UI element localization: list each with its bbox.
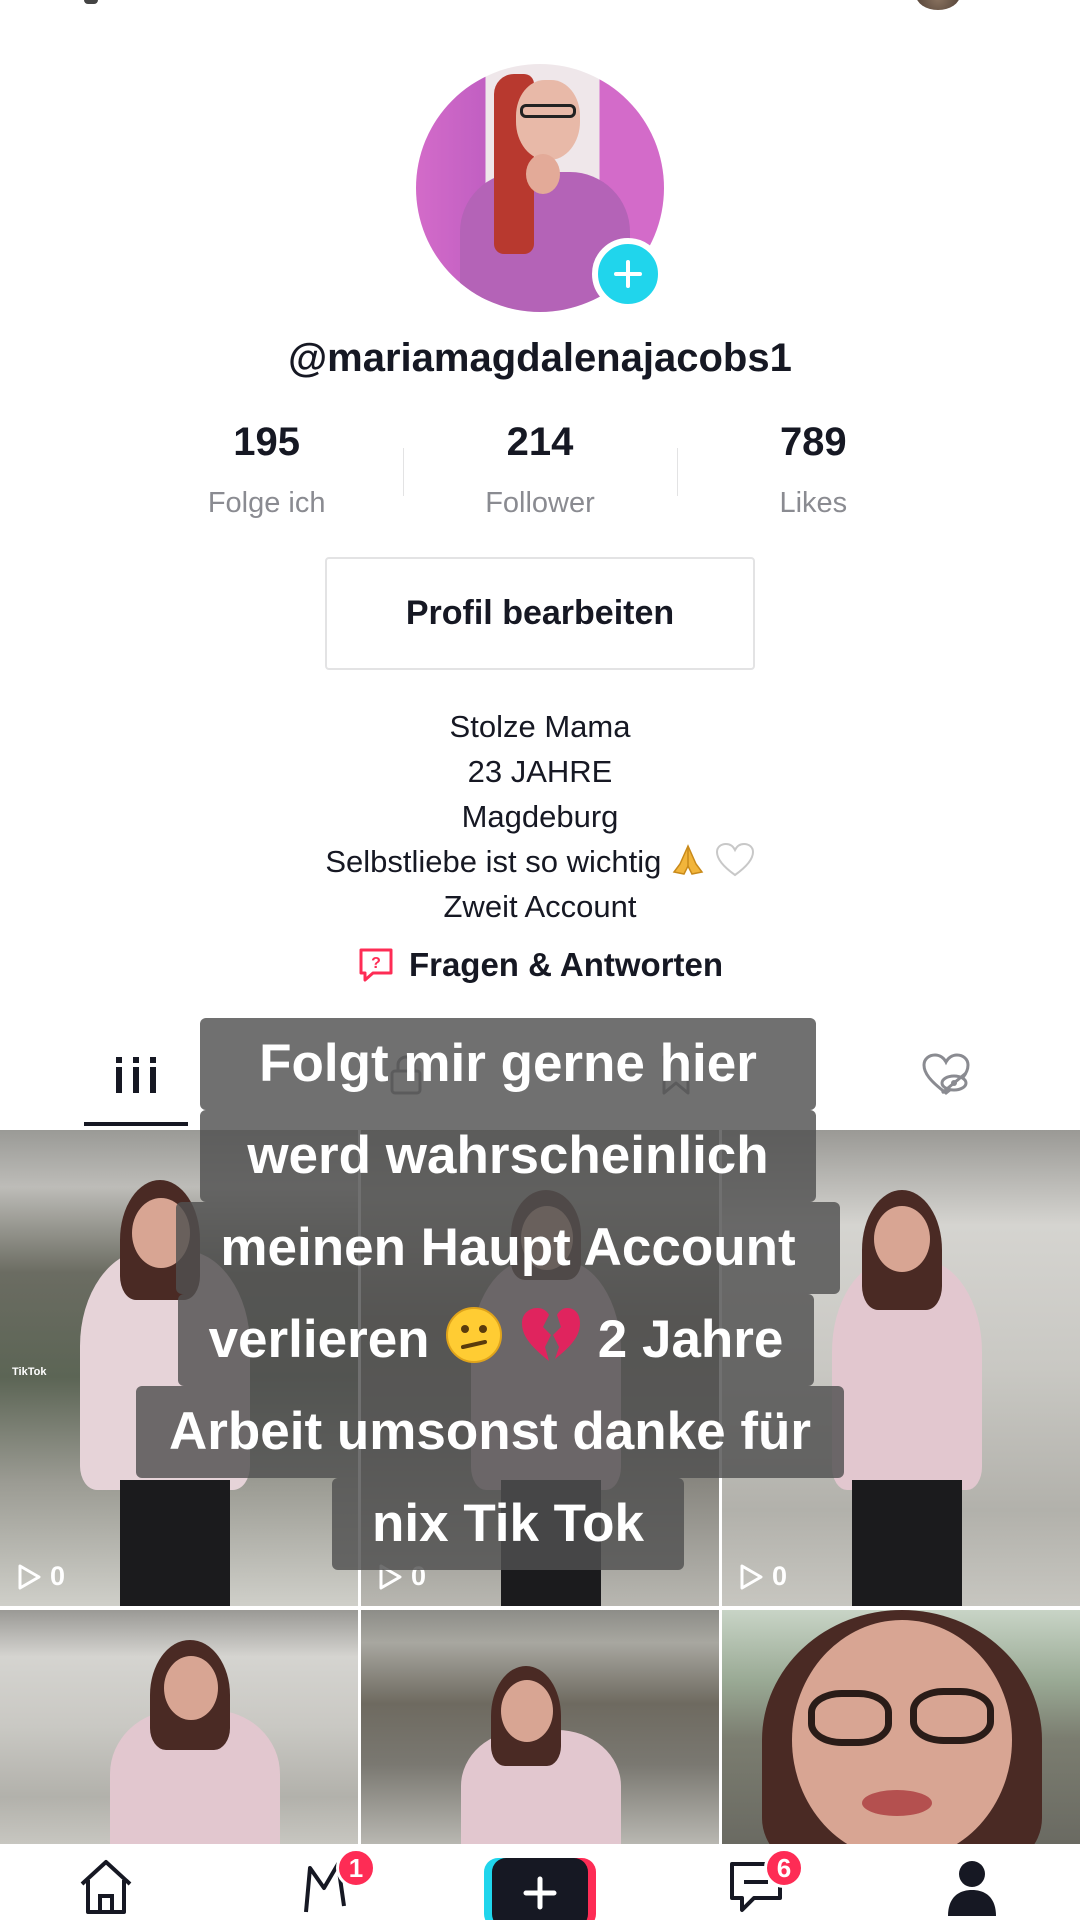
- video-thumbnail[interactable]: [722, 1610, 1080, 1844]
- profile-bio: Stolze Mama 23 JAHRE Magdeburg Selbstlie…: [0, 704, 1080, 929]
- profile-icon: [948, 1861, 996, 1916]
- stat-followers-label: Follower: [485, 487, 595, 519]
- bio-line: Magdeburg: [461, 799, 619, 834]
- bio-line: Zweit Account: [443, 889, 637, 924]
- home-icon: [80, 1860, 132, 1914]
- nav-home[interactable]: [66, 1858, 146, 1920]
- bio-line: Selbstliebe ist so wichtig: [325, 844, 662, 879]
- caption-line-emoji: verlieren 2 Jahre: [178, 1294, 814, 1386]
- stat-followers[interactable]: 214 Follower: [403, 418, 676, 528]
- bottom-navbar: 1 6: [0, 1844, 1080, 1920]
- view-count-value: 0: [50, 1561, 66, 1591]
- question-answer-icon: ?: [359, 948, 393, 982]
- confused-face-emoji: [446, 1307, 503, 1363]
- folded-hands-emoji: [672, 844, 704, 875]
- stat-following[interactable]: 195 Folge ich: [130, 418, 403, 528]
- bio-line: 23 JAHRE: [467, 754, 613, 789]
- stat-followers-value: 214: [506, 420, 574, 464]
- liked-hidden-icon: [922, 1053, 970, 1095]
- back-icon[interactable]: [84, 0, 98, 4]
- create-button[interactable]: [484, 1858, 596, 1920]
- nav-inbox[interactable]: 6: [716, 1848, 804, 1920]
- broken-heart-emoji: [522, 1308, 581, 1361]
- profile-avatar-wrap[interactable]: [416, 64, 664, 312]
- inbox-badge: 6: [764, 1848, 804, 1888]
- account-switch-avatar[interactable]: [916, 0, 960, 10]
- discover-badge: 1: [336, 1848, 376, 1888]
- video-thumbnail[interactable]: [0, 1610, 358, 1844]
- nav-discover[interactable]: 1: [284, 1848, 376, 1920]
- caption-text: 2 Jahre: [597, 1310, 784, 1369]
- caption-line: Folgt mir gerne hier: [200, 1018, 816, 1110]
- play-icon: [18, 1564, 41, 1589]
- play-icon: [740, 1564, 763, 1589]
- active-tab-indicator: [84, 1122, 188, 1126]
- stat-likes[interactable]: 789 Likes: [676, 418, 950, 528]
- view-count: 0: [16, 1561, 65, 1592]
- create-icon: [523, 1876, 557, 1910]
- qa-label: Fragen & Antworten: [408, 946, 724, 983]
- stat-following-value: 195: [233, 420, 301, 464]
- caption-text: verlieren: [208, 1310, 430, 1369]
- videos-grid-icon: [116, 1057, 156, 1093]
- stat-likes-value: 789: [779, 420, 847, 464]
- stat-following-label: Folge ich: [207, 487, 326, 519]
- stat-likes-label: Likes: [779, 487, 848, 519]
- bio-line-emoji: Selbstliebe ist so wichtig: [0, 839, 1080, 884]
- tab-liked[interactable]: [886, 1020, 1006, 1130]
- caption-line: Arbeit umsonst danke für: [136, 1386, 844, 1478]
- edit-profile-button[interactable]: Profil bearbeiten: [325, 557, 755, 670]
- caption-line: meinen Haupt Account: [176, 1202, 840, 1294]
- top-status-bar: [0, 0, 1080, 20]
- tiktok-watermark: TikTok: [12, 1366, 47, 1378]
- profile-username: @mariamagdalenajacobs1: [288, 336, 792, 380]
- questions-answers-link[interactable]: ? Fragen & Antworten: [0, 946, 1080, 984]
- white-heart-emoji: [715, 842, 754, 877]
- view-count-value: 0: [772, 1561, 788, 1591]
- add-avatar-plus-icon[interactable]: [592, 238, 664, 310]
- caption-line: nix Tik Tok: [332, 1478, 684, 1570]
- nav-profile[interactable]: [932, 1858, 1012, 1920]
- profile-stats: 195 Folge ich 214 Follower 789 Likes: [130, 418, 950, 528]
- svg-text:?: ?: [371, 955, 381, 972]
- tab-videos[interactable]: [76, 1020, 196, 1130]
- bio-line: Stolze Mama: [449, 709, 631, 744]
- view-count: 0: [738, 1561, 787, 1592]
- video-thumbnail[interactable]: [361, 1610, 719, 1844]
- caption-line: werd wahrscheinlich: [200, 1110, 816, 1202]
